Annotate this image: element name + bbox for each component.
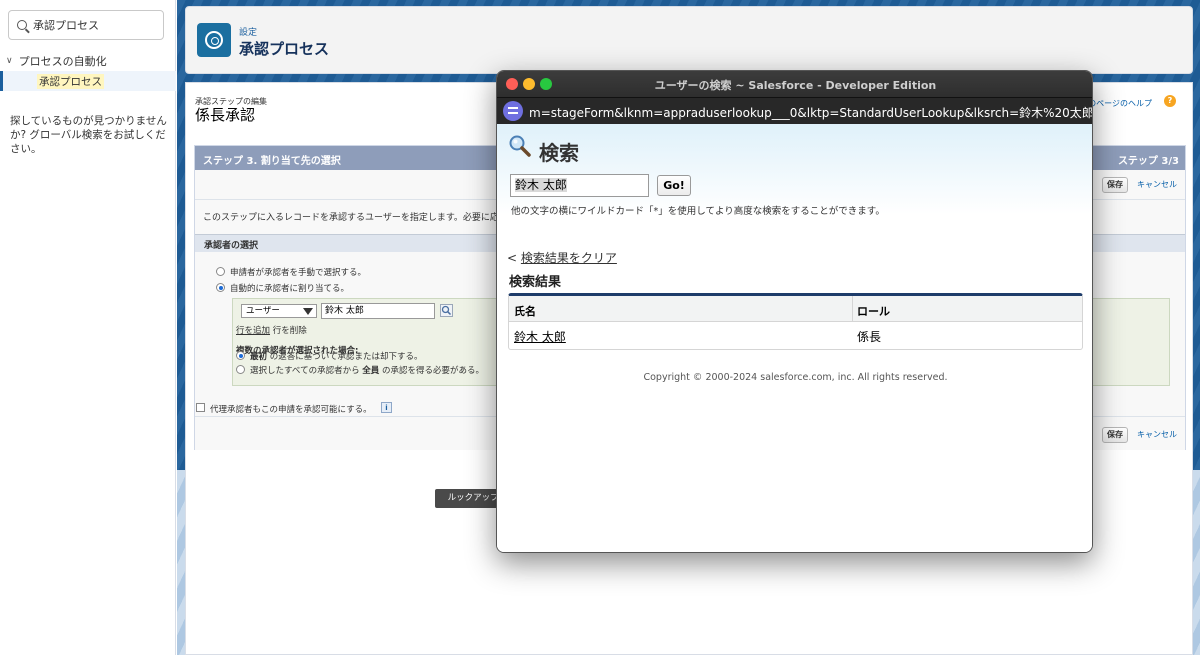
table-row: 鈴木 太郎 係長 (509, 323, 1082, 349)
delegate-option: 代理承認者もこの申請を承認可能にする。 i (196, 402, 392, 415)
user-type-value: ユーザー (246, 306, 280, 316)
page-title: 承認プロセス (239, 40, 330, 58)
quick-find-input[interactable] (33, 18, 153, 32)
save-button[interactable]: 保存 (1102, 177, 1128, 193)
radio-first-response-label: 最初 の返答に基づいて承認または却下する。 (250, 350, 422, 362)
cancel-link-bottom[interactable]: キャンセル (1137, 429, 1177, 440)
clear-prefix: < (507, 251, 518, 265)
lookup-icon[interactable] (440, 304, 453, 317)
radio-all-approvers-label: 選択したすべての承認者から 全員 の承認を得る必要がある。 (250, 364, 484, 376)
lookup-popup-window: ユーザーの検索 ~ Salesforce - Developer Edition… (496, 70, 1093, 553)
results-title: 検索結果 (509, 275, 562, 290)
user-type-select[interactable]: ユーザー (241, 304, 317, 318)
help-icon[interactable]: ? (1164, 95, 1176, 107)
setup-header: 設定 承認プロセス (185, 6, 1193, 74)
url-text[interactable]: m=stageForm&lknm=appraduserlookup___0&lk… (529, 104, 1092, 121)
column-header-role[interactable]: ロール (857, 303, 890, 319)
setup-sidebar: ∨ プロセスの自動化 承認プロセス 探しているものが見つかりませんか? グローバ… (0, 0, 176, 655)
copyright: Copyright © 2000-2024 salesforce.com, in… (643, 372, 948, 383)
radio-manual-label: 申請者が承認者を手動で選択する。 (230, 268, 367, 278)
popup-header-gradient (497, 124, 1092, 214)
delegate-checkbox[interactable] (196, 403, 205, 412)
search-input-value: 鈴木 太郎 (515, 178, 567, 192)
tree-item-approval-processes[interactable]: 承認プロセス (0, 71, 176, 91)
add-row-link[interactable]: 行を追加 (236, 326, 270, 336)
window-title: ユーザーの検索 ~ Salesforce - Developer Edition (654, 79, 937, 92)
delegate-label: 代理承認者もこの申請を承認可能にする。 (210, 405, 372, 415)
go-button[interactable]: Go! (657, 175, 691, 196)
search-input[interactable]: 鈴木 太郎 (510, 174, 649, 197)
column-divider (852, 296, 853, 322)
all-post: の承認を得る必要がある。 (382, 366, 485, 376)
delete-row-link[interactable]: 行を削除 (273, 326, 307, 336)
section-header-label: 承認者の選択 (204, 241, 259, 251)
first-bold: 最初 (250, 352, 268, 362)
gear-icon (205, 31, 223, 49)
chevron-down-icon[interactable]: ∨ (6, 56, 13, 66)
results-table: 氏名 ロール 鈴木 太郎 係長 (508, 293, 1083, 350)
all-pre: 選択したすべての承認者から (250, 366, 360, 376)
radio-manual[interactable] (216, 267, 225, 276)
setup-tile (197, 23, 231, 57)
radio-all-approvers[interactable] (236, 365, 245, 374)
radio-auto[interactable] (216, 283, 225, 292)
search-icon (17, 20, 27, 30)
breadcrumb[interactable]: 設定 (239, 25, 257, 38)
first-rest: の返答に基づいて承認または却下する。 (269, 352, 423, 362)
tree-item-label: 承認プロセス (37, 74, 104, 89)
window-titlebar[interactable]: ユーザーの検索 ~ Salesforce - Developer Edition (497, 71, 1092, 97)
table-header: 氏名 ロール (509, 296, 1082, 322)
info-icon[interactable]: i (381, 402, 392, 413)
all-bold: 全員 (362, 366, 380, 376)
cancel-link[interactable]: キャンセル (1137, 179, 1177, 190)
popup-body: 検索 鈴木 太郎 Go! 他の文字の横にワイルドカード「*」を使用してより高度な… (497, 124, 1092, 552)
url-bar[interactable]: m=stageForm&lknm=appraduserlookup___0&lk… (497, 97, 1092, 124)
column-header-name[interactable]: 氏名 (514, 303, 536, 319)
tree-item-process-automation[interactable]: ∨ プロセスの自動化 (6, 53, 107, 69)
save-button-bottom[interactable]: 保存 (1102, 427, 1128, 443)
step-title: 係長承認 (195, 106, 256, 124)
clear-results: < 検索結果をクリア (507, 249, 617, 266)
result-role: 係長 (857, 330, 882, 344)
instruction-text: このステップに入るレコードを承認するユーザーを指定します。必要に応じ (203, 213, 508, 223)
step-label: ステップ 3. 割り当て先の選択 (203, 156, 341, 167)
site-settings-icon[interactable] (503, 101, 523, 121)
clear-results-link[interactable]: 検索結果をクリア (521, 251, 617, 265)
search-title: 検索 (539, 141, 579, 165)
radio-auto-label: 自動的に承認者に割り当てる。 (230, 284, 350, 294)
quick-find-box[interactable] (8, 10, 164, 40)
result-name-link[interactable]: 鈴木 太郎 (514, 328, 566, 345)
tree-item-label: プロセスの自動化 (18, 55, 107, 68)
approver-name-input[interactable]: 鈴木 太郎 (321, 303, 435, 319)
radio-first-response[interactable] (236, 351, 245, 360)
step-counter: ステップ 3/3 (1117, 156, 1179, 167)
row-links: 行を追加 行を削除 (236, 324, 307, 336)
not-found-text: 探しているものが見つかりませんか? グローバル検索をお試しください。 (10, 115, 167, 155)
magnifier-icon (509, 135, 531, 157)
chevron-down-icon (303, 308, 313, 315)
wildcard-hint: 他の文字の横にワイルドカード「*」を使用してより高度な検索をすることができます。 (511, 206, 885, 217)
